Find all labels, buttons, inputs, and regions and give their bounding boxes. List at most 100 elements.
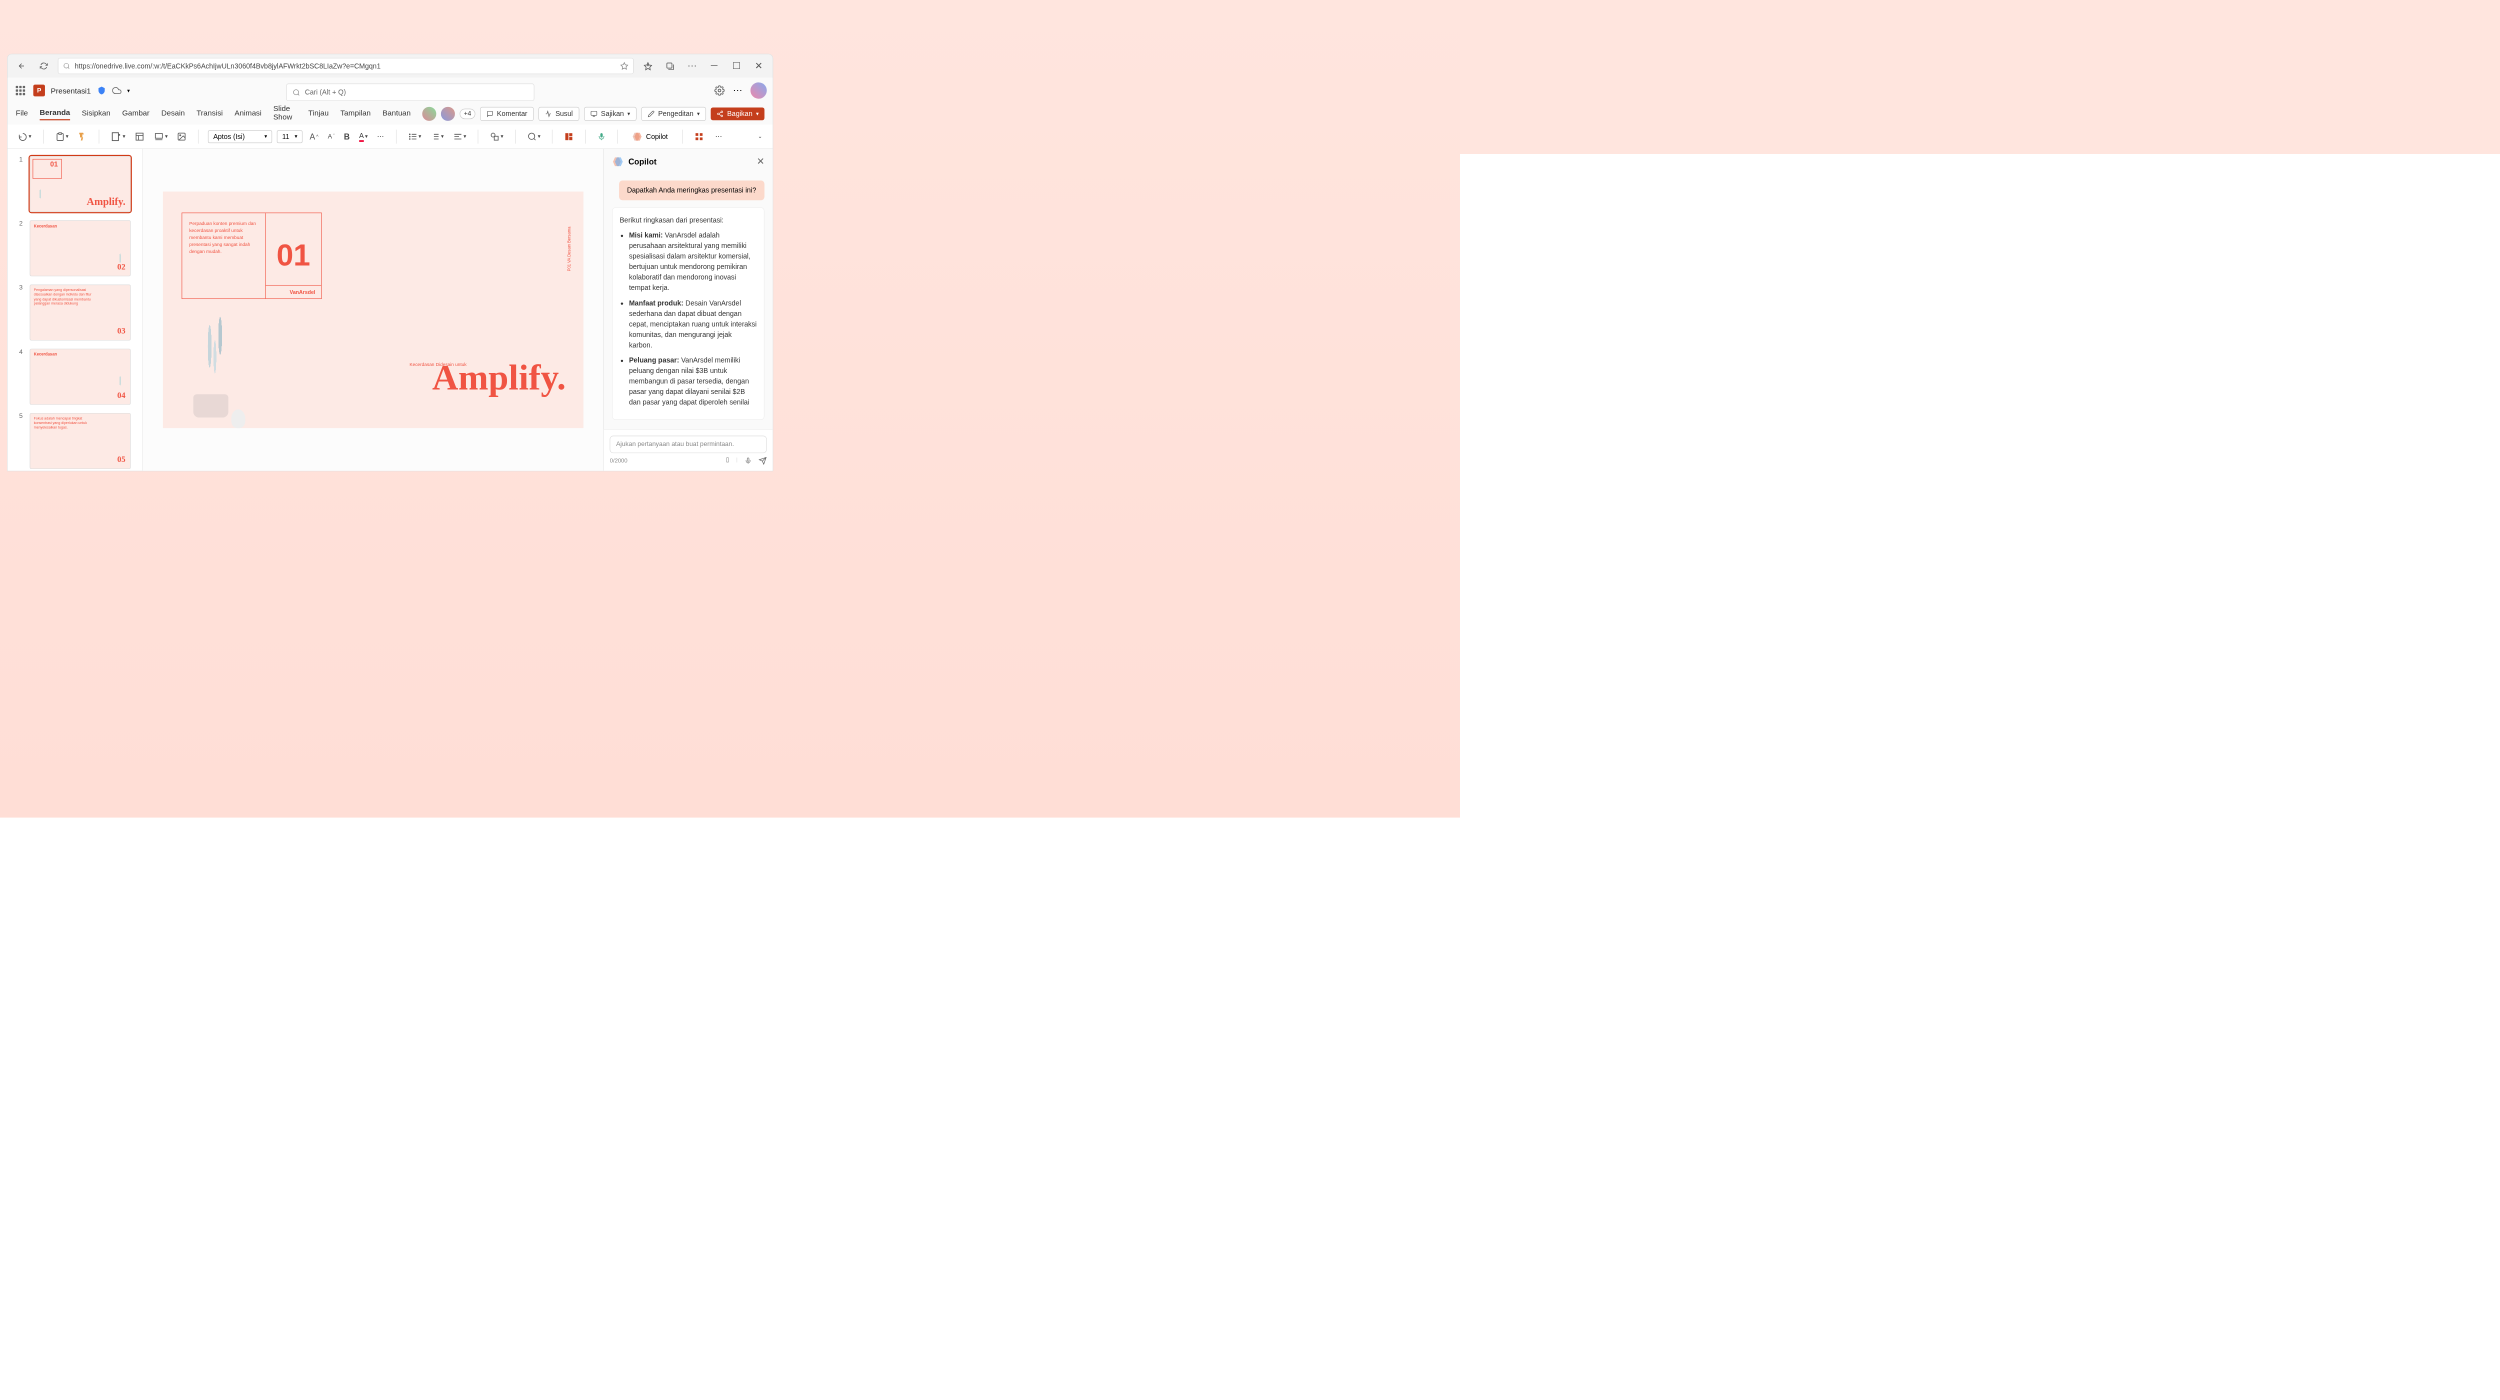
tab-tinjau[interactable]: Tinjau bbox=[308, 108, 328, 119]
tab-tampilan[interactable]: Tampilan bbox=[340, 108, 370, 119]
more-button[interactable]: ⋯ bbox=[684, 58, 700, 74]
dictate-button[interactable] bbox=[595, 131, 608, 143]
align-button[interactable]: ▾ bbox=[451, 131, 469, 143]
paste-button[interactable]: ▾ bbox=[53, 131, 71, 143]
slide-side-text[interactable]: P01 VA Desain Bersama bbox=[568, 227, 572, 272]
refresh-button[interactable] bbox=[36, 58, 52, 74]
cloud-sync-icon[interactable] bbox=[112, 86, 121, 95]
copilot-input-area: Ajukan pertanyaan atau buat permintaan. … bbox=[604, 429, 773, 470]
slide-number: 5 bbox=[19, 413, 25, 469]
send-icon[interactable] bbox=[759, 457, 767, 465]
slide-number: 1 bbox=[19, 156, 25, 212]
slide-thumbnail-4[interactable]: Kecerdasan 04 bbox=[30, 349, 131, 405]
bagikan-button[interactable]: Bagikan▾ bbox=[711, 107, 765, 120]
copilot-title: Copilot bbox=[628, 157, 752, 166]
search-placeholder: Cari (Alt + Q) bbox=[305, 88, 346, 96]
collapse-ribbon-button[interactable]: ⌄ bbox=[755, 132, 764, 141]
more-options-button[interactable]: ⋯ bbox=[733, 85, 742, 97]
bullets-button[interactable]: ▾ bbox=[406, 131, 424, 143]
minimize-button[interactable]: ─ bbox=[706, 58, 722, 74]
document-title[interactable]: Presentasi1 bbox=[51, 86, 91, 95]
font-selector[interactable]: Aptos (Isi)▾ bbox=[208, 130, 272, 143]
font-size-selector[interactable]: 11▾ bbox=[277, 130, 303, 143]
increase-font-button[interactable]: A^ bbox=[307, 131, 320, 143]
layout-button[interactable] bbox=[132, 131, 146, 143]
image-button[interactable] bbox=[175, 131, 189, 143]
copilot-user-message: Dapatkah Anda meringkas presentasi ini? bbox=[619, 180, 765, 200]
collections-button[interactable] bbox=[662, 58, 678, 74]
pengeditan-button[interactable]: Pengeditan▾ bbox=[641, 107, 706, 121]
slide-thumbnail-2[interactable]: Kecerdasan 02 bbox=[30, 220, 131, 276]
numbering-button[interactable]: ▾ bbox=[428, 131, 446, 143]
powerpoint-icon: P bbox=[33, 85, 45, 97]
close-window-button[interactable]: ✕ bbox=[750, 58, 766, 74]
back-button[interactable] bbox=[13, 58, 29, 74]
address-bar[interactable]: https://onedrive.live.com/:w:/t/EaCKkPs6… bbox=[58, 58, 634, 74]
font-color-button[interactable]: A▾ bbox=[357, 130, 370, 143]
char-counter: 0/2000 bbox=[610, 458, 628, 464]
format-painter-button[interactable] bbox=[75, 131, 89, 143]
slide-image-plant[interactable] bbox=[176, 282, 252, 428]
slide-thumbnail-1[interactable]: 01 Amplify. bbox=[30, 156, 131, 212]
copilot-panel: Copilot ✕ Dapatkah Anda meringkas presen… bbox=[603, 149, 772, 471]
chevron-down-icon[interactable]: ▾ bbox=[127, 87, 130, 93]
copilot-close-button[interactable]: ✕ bbox=[757, 156, 765, 168]
favorite-icon[interactable] bbox=[620, 62, 628, 70]
slide-content[interactable]: Perpaduan konten premium dan kecerdasan … bbox=[163, 192, 583, 429]
search-icon bbox=[63, 62, 70, 69]
bold-button[interactable]: B bbox=[342, 131, 353, 143]
slide-thumbnail-5[interactable]: Fokus adalah mencapai tingkat konsentras… bbox=[30, 413, 131, 469]
url-text: https://onedrive.live.com/:w:/t/EaCKkPs6… bbox=[75, 62, 616, 70]
copilot-response: Berikut ringkasan dari presentasi: Misi … bbox=[612, 207, 764, 420]
undo-button[interactable]: ▾ bbox=[16, 131, 34, 143]
tab-animasi[interactable]: Animasi bbox=[235, 108, 262, 119]
tab-desain[interactable]: Desain bbox=[161, 108, 185, 119]
tab-file[interactable]: File bbox=[16, 108, 28, 119]
app-launcher-button[interactable] bbox=[13, 84, 27, 98]
more-ribbon-button[interactable]: ⋯ bbox=[713, 131, 725, 142]
menu-bar: File Beranda Sisipkan Gambar Desain Tran… bbox=[8, 103, 773, 124]
designer-button[interactable] bbox=[562, 131, 576, 143]
more-font-button[interactable]: ⋯ bbox=[375, 131, 387, 142]
tab-sisipkan[interactable]: Sisipkan bbox=[82, 108, 111, 119]
search-box[interactable]: Cari (Alt + Q) bbox=[286, 84, 534, 102]
tab-gambar[interactable]: Gambar bbox=[122, 108, 149, 119]
tab-slideshow[interactable]: Slide Show bbox=[273, 104, 296, 124]
grid-view-button[interactable] bbox=[692, 131, 706, 143]
slide-number: 3 bbox=[19, 284, 25, 340]
collaborator-avatar[interactable] bbox=[441, 107, 455, 121]
copilot-ribbon-button[interactable]: Copilot bbox=[627, 129, 672, 143]
susul-button[interactable]: Susul bbox=[538, 107, 579, 121]
maximize-button[interactable]: ☐ bbox=[728, 58, 744, 74]
komentar-button[interactable]: Komentar bbox=[480, 107, 534, 121]
copilot-logo-icon bbox=[612, 156, 624, 168]
slide-thumbnail-panel: 1 01 Amplify. 2 Kecerdasan 02 3 Pengalam… bbox=[8, 149, 143, 471]
user-avatar[interactable] bbox=[750, 82, 766, 98]
shapes-button[interactable]: ▾ bbox=[488, 131, 506, 143]
tab-transisi[interactable]: Transisi bbox=[197, 108, 223, 119]
decrease-font-button[interactable]: Aˇ bbox=[325, 132, 336, 141]
browser-toolbar: https://onedrive.live.com/:w:/t/EaCKkPs6… bbox=[8, 54, 773, 77]
tab-bantuan[interactable]: Bantuan bbox=[382, 108, 410, 119]
mic-icon[interactable] bbox=[745, 457, 752, 465]
slide-canvas[interactable]: Perpaduan konten premium dan kecerdasan … bbox=[143, 149, 603, 471]
copilot-input[interactable]: Ajukan pertanyaan atau buat permintaan. bbox=[610, 436, 767, 454]
new-slide-button[interactable]: ▾ bbox=[109, 130, 128, 143]
collaborator-avatar[interactable] bbox=[422, 107, 436, 121]
book-icon[interactable]: ▯ bbox=[726, 457, 729, 465]
slide-number: 2 bbox=[19, 220, 25, 276]
settings-icon[interactable] bbox=[714, 85, 725, 96]
more-collaborators[interactable]: +4 bbox=[460, 109, 476, 120]
ribbon-toolbar: ▾ ▾ ▾ ▾ Aptos (Isi)▾ 11▾ A^ Aˇ B A▾ ⋯ ▾ … bbox=[8, 124, 773, 149]
favorites-button[interactable] bbox=[639, 58, 655, 74]
find-button[interactable]: ▾ bbox=[525, 131, 543, 143]
slide-title-amplify[interactable]: Amplify. bbox=[432, 357, 566, 398]
shield-icon bbox=[97, 86, 106, 95]
section-button[interactable]: ▾ bbox=[151, 131, 170, 143]
search-icon bbox=[293, 88, 301, 96]
app-title-bar: P Presentasi1 ▾ Cari (Alt + Q) ⋯ bbox=[8, 78, 773, 104]
sajikan-button[interactable]: Sajikan▾ bbox=[584, 107, 636, 121]
tab-beranda[interactable]: Beranda bbox=[40, 108, 70, 120]
slide-thumbnail-3[interactable]: Pengalaman yang dipersonalisasi disesuai… bbox=[30, 284, 131, 340]
slide-number: 4 bbox=[19, 349, 25, 405]
